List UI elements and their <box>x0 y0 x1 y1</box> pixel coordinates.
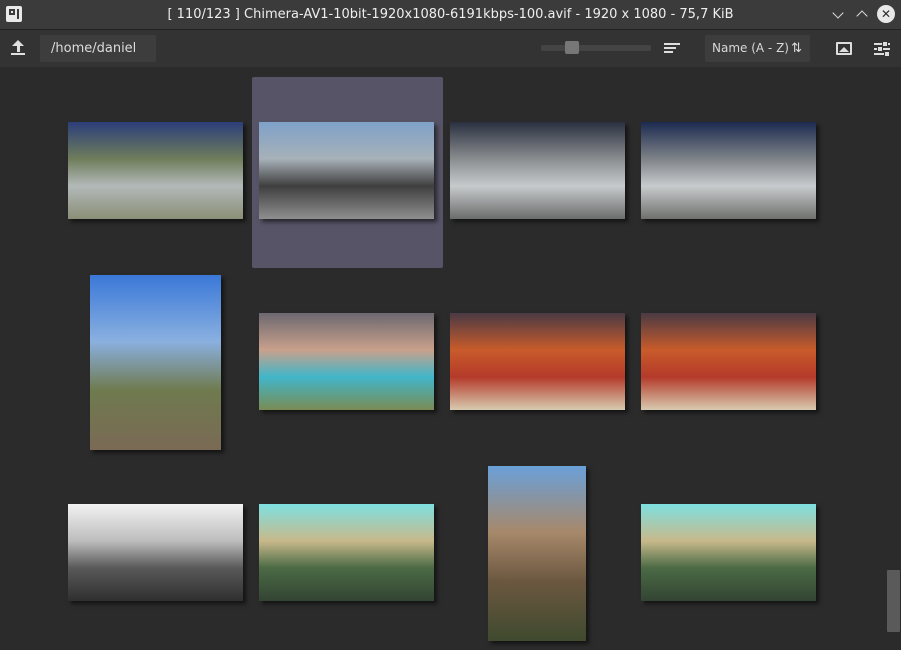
thumb-church-color-2[interactable] <box>641 504 816 601</box>
slider-track[interactable] <box>541 45 651 51</box>
settings-knob <box>877 46 883 52</box>
upload-arrow-stem <box>16 45 20 52</box>
settings-knob <box>884 51 890 57</box>
minimize-button[interactable] <box>829 5 847 23</box>
close-icon: ✕ <box>880 7 892 21</box>
thumb-highway-cars[interactable] <box>259 122 434 219</box>
align-line <box>664 51 673 53</box>
sort-selector[interactable]: Name (A - Z) ⇅ <box>705 35 810 62</box>
sort-label: Name (A - Z) <box>712 41 789 55</box>
align-line <box>664 43 680 45</box>
title-bar: [ 110/123 ] Chimera-AV1-10bit-1920x1080-… <box>0 0 901 30</box>
thumb-cliff-canyon[interactable] <box>488 466 586 641</box>
toolbar: /home/daniel Name (A - Z) ⇅ <box>0 30 901 67</box>
thumb-spice-market-1[interactable] <box>450 313 625 410</box>
thumb-church-color-1[interactable] <box>259 504 434 601</box>
thumb-girls-portrait[interactable] <box>259 313 434 410</box>
align-left-icon[interactable] <box>664 43 680 53</box>
settings-icon[interactable] <box>874 41 890 57</box>
upload-arrow-base <box>11 53 25 55</box>
slider-handle[interactable] <box>565 41 579 54</box>
close-button[interactable]: ✕ <box>877 5 895 23</box>
scrollbar-handle[interactable] <box>887 570 900 632</box>
vertical-scrollbar[interactable] <box>886 67 901 650</box>
thumb-hillside-landscape[interactable] <box>90 275 221 450</box>
thumb-fountain-sculpture[interactable] <box>68 122 243 219</box>
thumb-church-grayscale[interactable] <box>68 504 243 601</box>
image-view-icon[interactable] <box>836 42 852 55</box>
chevron-up-icon <box>856 10 868 22</box>
parent-directory-button[interactable] <box>9 39 27 57</box>
thumb-spice-market-2[interactable] <box>641 313 816 410</box>
maximize-button[interactable] <box>853 5 871 23</box>
thumb-fountain-child-2[interactable] <box>641 122 816 219</box>
window-title: [ 110/123 ] Chimera-AV1-10bit-1920x1080-… <box>167 7 734 22</box>
chevron-down-icon <box>832 7 844 19</box>
thumb-fountain-child-1[interactable] <box>450 122 625 219</box>
align-line <box>664 47 676 49</box>
path-field[interactable]: /home/daniel <box>40 35 156 62</box>
zoom-slider[interactable] <box>541 41 651 54</box>
sort-arrows-icon[interactable]: ⇅ <box>791 35 802 62</box>
